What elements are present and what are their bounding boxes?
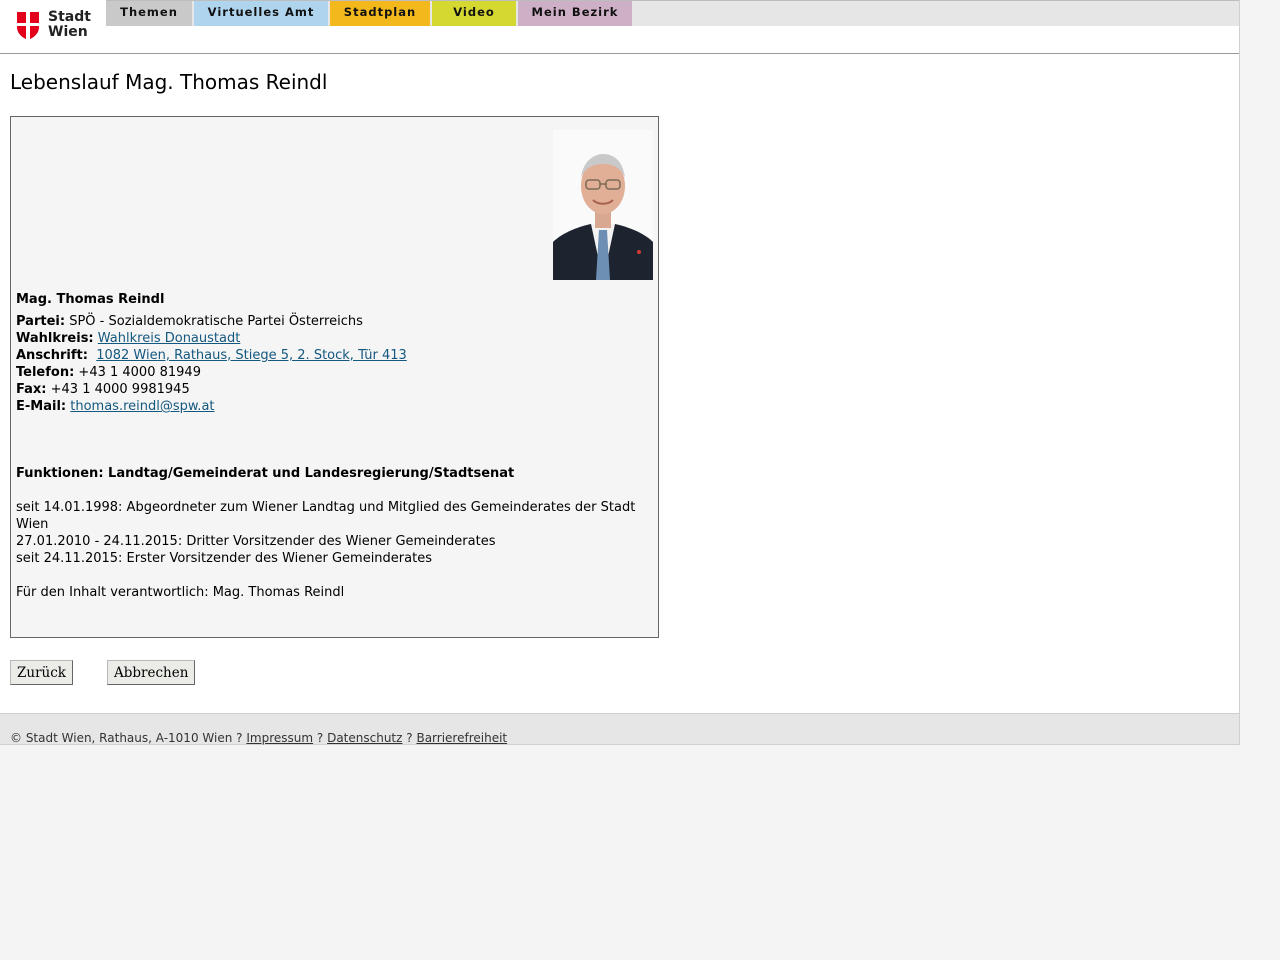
contact-details: Partei: SPÖ - Sozialdemokratische Partei… <box>16 313 653 415</box>
back-button[interactable]: Zurück <box>10 660 73 685</box>
portrait-image <box>553 130 653 280</box>
partei-label: Partei: <box>16 314 66 329</box>
telefon-value: +43 1 4000 81949 <box>78 365 201 380</box>
nav-tab-video[interactable]: Video <box>432 1 516 26</box>
functions-heading: Funktionen: Landtag/Gemeinderat und Land… <box>16 466 515 481</box>
wahlkreis-label: Wahlkreis: <box>16 331 94 346</box>
telefon-row: Telefon: +43 1 4000 81949 <box>16 364 653 381</box>
wahlkreis-link[interactable]: Wahlkreis Donaustadt <box>98 331 241 346</box>
functions-section: Funktionen: Landtag/Gemeinderat und Land… <box>16 465 653 601</box>
fax-value: +43 1 4000 9981945 <box>50 382 190 397</box>
email-row: E-Mail: thomas.reindl@spw.at <box>16 398 653 415</box>
function-item: seit 24.11.2015: Erster Vorsitzender des… <box>16 551 432 566</box>
portrait-photo <box>553 130 653 280</box>
cancel-button[interactable]: Abbrechen <box>106 660 196 685</box>
nav-tab-themen[interactable]: Themen <box>106 1 192 26</box>
function-item: seit 14.01.1998: Abgeordneter zum Wiener… <box>16 500 636 532</box>
header: Stadt Wien Themen Virtuelles Amt Stadtplan… <box>0 0 1239 54</box>
profile-name: Mag. Thomas Reindl <box>16 292 165 307</box>
footer-separator: ? <box>406 731 413 745</box>
main-content: Lebenslauf Mag. Thomas Reindl Mag. Thoma… <box>0 54 1239 688</box>
anschrift-link[interactable]: 1082 Wien, Rathaus, Stiege 5, 2. Stock, … <box>96 348 407 363</box>
impressum-link[interactable]: Impressum <box>246 731 313 745</box>
function-item: 27.01.2010 - 24.11.2015: Dritter Vorsitz… <box>16 534 496 549</box>
logo-text-wien: Wien <box>48 24 88 40</box>
nav-tab-stadtplan[interactable]: Stadtplan <box>330 1 430 26</box>
nav-tabs: Themen Virtuelles Amt Stadtplan Video Mein B… <box>106 1 1239 26</box>
email-label: E-Mail: <box>16 399 67 414</box>
partei-row: Partei: SPÖ - Sozialdemokratische Partei… <box>16 313 653 330</box>
email-link[interactable]: thomas.reindl@spw.at <box>70 399 214 414</box>
responsible-note: Für den Inhalt verantwortlich: Mag. Thom… <box>16 585 345 600</box>
wien-shield-icon <box>17 12 39 40</box>
barrierefreiheit-link[interactable]: Barrierefreiheit <box>416 731 507 745</box>
page: Stadt Wien Themen Virtuelles Amt Stadtplan… <box>0 0 1240 745</box>
footer-separator: ? <box>236 731 243 745</box>
profile-card: Mag. Thomas Reindl Partei: SPÖ - Soziald… <box>10 116 659 638</box>
nav-tab-mein-bezirk[interactable]: Mein Bezirk <box>518 1 632 26</box>
footer: © Stadt Wien, Rathaus, A-1010 Wien ? Imp… <box>0 713 1239 745</box>
telefon-label: Telefon: <box>16 365 75 380</box>
form-buttons: Zurück Abbrechen <box>10 660 1229 688</box>
footer-copyright: © Stadt Wien, Rathaus, A-1010 Wien <box>10 731 233 745</box>
partei-value: SPÖ - Sozialdemokratische Partei Österre… <box>69 314 363 329</box>
stadt-wien-logo[interactable]: Stadt Wien <box>16 10 96 42</box>
page-title: Lebenslauf Mag. Thomas Reindl <box>10 70 328 94</box>
footer-separator: ? <box>316 731 324 745</box>
nav-tab-virtuelles-amt[interactable]: Virtuelles Amt <box>194 1 328 26</box>
main-nav: Themen Virtuelles Amt Stadtplan Video Mein B… <box>106 0 1239 26</box>
fax-label: Fax: <box>16 382 47 397</box>
anschrift-row: Anschrift: 1082 Wien, Rathaus, Stiege 5,… <box>16 347 653 364</box>
wahlkreis-row: Wahlkreis: Wahlkreis Donaustadt <box>16 330 653 347</box>
logo-text-stadt: Stadt <box>48 9 91 25</box>
logo-wordmark: Stadt Wien <box>48 10 91 40</box>
anschrift-label: Anschrift: <box>16 348 88 363</box>
datenschutz-link[interactable]: Datenschutz <box>327 731 402 745</box>
fax-row: Fax: +43 1 4000 9981945 <box>16 381 653 398</box>
